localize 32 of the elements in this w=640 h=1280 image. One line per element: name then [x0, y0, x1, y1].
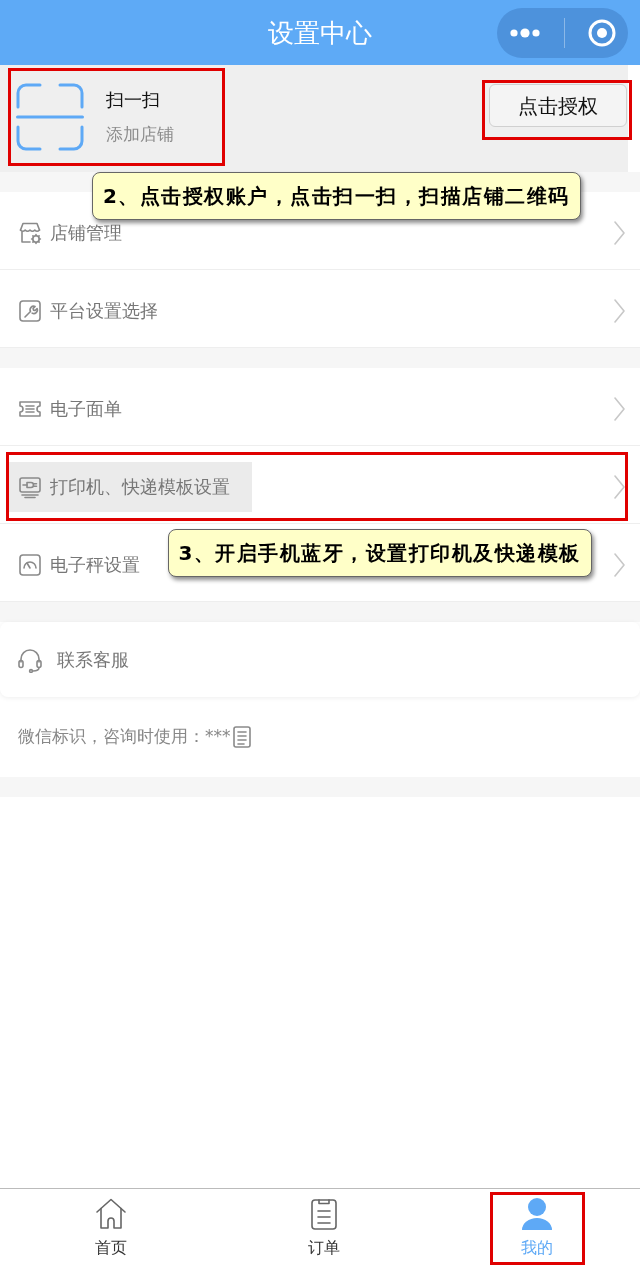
ring-dot-icon[interactable] — [588, 18, 617, 47]
menu-label[interactable]: 电子秤设置 — [50, 551, 140, 578]
house-icon — [93, 1197, 128, 1231]
tab[interactable]: 首页 — [66, 1195, 156, 1262]
wechat-id-text: 微信标识，咨询时使用：*** — [18, 725, 231, 749]
store-gear-icon — [18, 220, 42, 245]
scan-title[interactable]: 扫一扫 — [106, 88, 160, 112]
chevron-right-icon — [614, 220, 625, 245]
menu-label[interactable]: 电子面单 — [50, 395, 122, 422]
tab[interactable]: 我的 — [492, 1195, 582, 1262]
callout-note: 3、开启手机蓝牙，设置打印机及快递模板 — [167, 529, 592, 577]
person-icon — [520, 1197, 555, 1231]
menu-label[interactable]: 平台设置选择 — [50, 297, 158, 324]
tab[interactable]: 订单 — [279, 1195, 369, 1262]
scan-subtitle: 添加店铺 — [106, 123, 174, 146]
monitor-icon — [18, 474, 42, 499]
wrench-icon — [18, 298, 42, 323]
menu-label[interactable]: 打印机、快递模板设置 — [50, 473, 230, 500]
contact-label[interactable]: 联系客服 — [57, 646, 129, 673]
chevron-right-icon — [614, 474, 625, 499]
chevron-right-icon — [614, 298, 625, 323]
chevron-right-icon — [614, 396, 625, 421]
scan-icon[interactable] — [16, 83, 84, 151]
menu-label[interactable]: 店铺管理 — [50, 219, 122, 246]
callout-note: 2、点击授权账户，点击扫一扫，扫描店铺二维码 — [92, 172, 581, 220]
gauge-icon — [18, 552, 42, 577]
authorize-button[interactable]: 点击授权 — [489, 84, 627, 127]
document-icon[interactable] — [232, 726, 251, 748]
more-icon[interactable] — [508, 27, 541, 38]
window-title: 设置中心 — [268, 16, 372, 49]
chevron-right-icon — [614, 552, 625, 577]
headset-icon — [17, 646, 43, 673]
